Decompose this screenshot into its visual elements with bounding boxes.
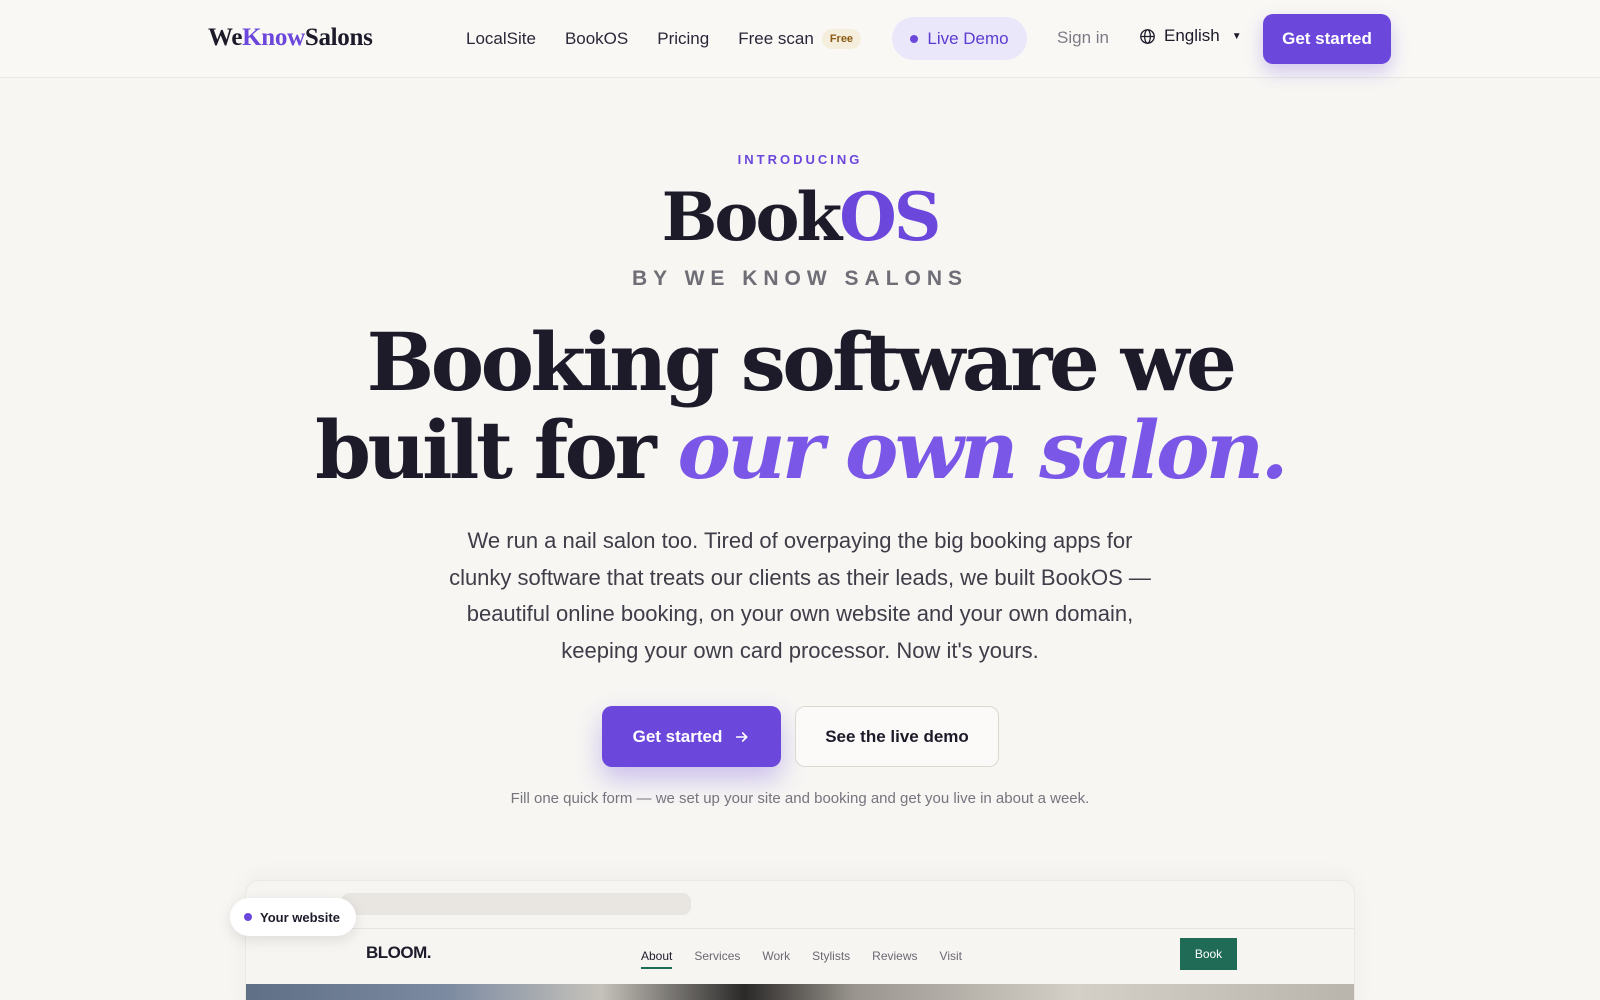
caret-down-icon: ▼: [1231, 30, 1242, 42]
see-live-demo-button[interactable]: See the live demo: [795, 706, 999, 767]
sign-in-link[interactable]: Sign in: [1057, 28, 1109, 48]
site-logo[interactable]: WeKnowSalons: [208, 24, 373, 52]
preview-nav-about[interactable]: About: [641, 949, 673, 969]
your-website-tag: Your website: [230, 898, 356, 936]
nav-link-localsite[interactable]: LocalSite: [466, 29, 536, 49]
live-demo-button[interactable]: Live Demo: [892, 17, 1027, 60]
hero-headline: Booking software we built for our own sa…: [0, 318, 1600, 494]
preview-nav-services[interactable]: Services: [694, 949, 740, 969]
language-label: English: [1164, 26, 1220, 45]
headline-line-1: Booking software we: [366, 315, 1237, 409]
status-dot-icon: [244, 913, 252, 921]
product-byline: BY WE KNOW SALONS: [631, 267, 969, 290]
nav-link-free-scan-label: Free scan: [738, 29, 814, 48]
hero-cta-row: Get started See the live demo: [602, 706, 999, 767]
preview-url-bar: [341, 893, 691, 915]
hero-get-started-label: Get started: [632, 726, 723, 746]
preview-hero-image: [246, 984, 1354, 1000]
primary-nav: LocalSite BookOS Pricing Free scan Free: [466, 0, 862, 78]
preview-nav-work[interactable]: Work: [762, 949, 790, 969]
preview-nav-visit[interactable]: Visit: [940, 949, 962, 969]
nav-link-pricing[interactable]: Pricing: [657, 29, 709, 49]
product-title-os: OS: [839, 178, 941, 256]
free-badge: Free: [821, 29, 862, 49]
hero-fineprint: Fill one quick form — we set up your sit…: [510, 790, 1090, 807]
preview-divider: [246, 928, 1354, 929]
preview-book-button[interactable]: Book: [1180, 938, 1237, 970]
arrow-right-icon: [736, 731, 748, 742]
live-demo-label: Live Demo: [927, 28, 1009, 48]
logo-part-we: We: [208, 24, 243, 51]
preview-site-nav: About Services Work Stylists Reviews Vis…: [641, 949, 962, 969]
your-website-label: Your website: [260, 909, 340, 925]
preview-brand-logo: BLOOM.: [366, 943, 432, 962]
top-nav: WeKnowSalons LocalSite BookOS Pricing Fr…: [0, 0, 1600, 78]
hero-description: We run a nail salon too. Tired of overpa…: [449, 528, 1151, 663]
website-preview-frame: BLOOM. About Services Work Stylists Revi…: [245, 880, 1355, 1000]
logo-part-know: Know: [242, 24, 305, 51]
logo-part-salons: Salons: [304, 24, 373, 51]
preview-nav-reviews[interactable]: Reviews: [872, 949, 917, 969]
product-title-book: Book: [661, 178, 843, 256]
product-title: BookOS: [0, 178, 1600, 256]
status-dot-icon: [910, 34, 919, 43]
hero-get-started-button[interactable]: Get started: [602, 706, 781, 767]
globe-icon: [1140, 28, 1155, 44]
headline-line-2: built for: [315, 403, 678, 497]
language-selector[interactable]: English ▼: [1139, 26, 1242, 46]
hero-eyebrow: INTRODUCING: [737, 152, 863, 167]
nav-link-bookos[interactable]: BookOS: [565, 29, 628, 49]
nav-link-free-scan[interactable]: Free scan Free: [738, 29, 862, 49]
preview-nav-stylists[interactable]: Stylists: [812, 949, 850, 969]
header-get-started-button[interactable]: Get started: [1263, 14, 1391, 64]
headline-accent: our own salon.: [677, 403, 1289, 497]
